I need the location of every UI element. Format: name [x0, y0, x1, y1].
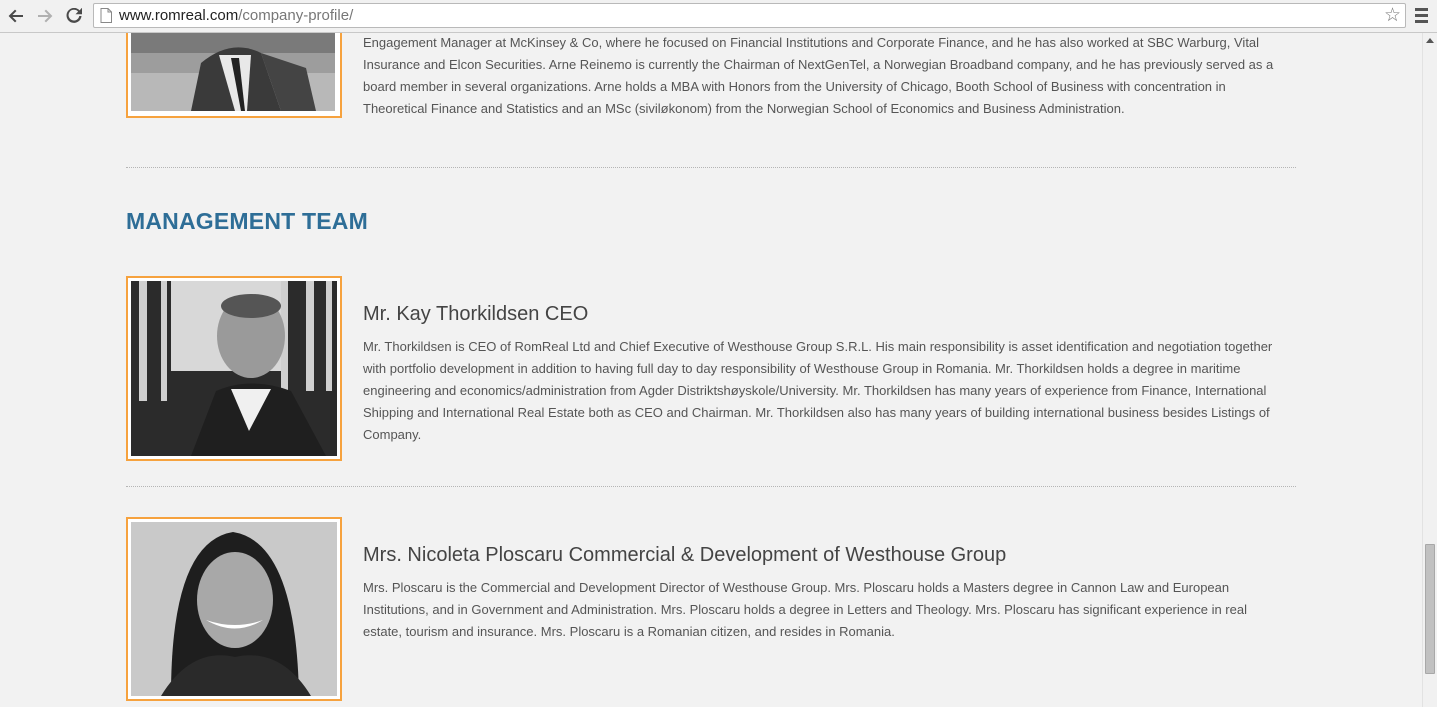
- team-member-bio: Mr. Thorkildsen is CEO of RomReal Ltd an…: [363, 339, 1273, 442]
- url-path: /company-profile/: [238, 7, 354, 24]
- team-member-name: Mrs. Nicoleta Ploscaru Commercial & Deve…: [363, 544, 1007, 566]
- team-member-name: Mr. Kay Thorkildsen CEO: [363, 303, 589, 325]
- reload-icon: [66, 8, 82, 23]
- address-url: www.romreal.com/company-profile/: [119, 7, 353, 24]
- board-member-photo: [126, 33, 342, 118]
- section-divider: [126, 167, 1296, 168]
- section-title: MANAGEMENT TEAM: [126, 208, 368, 234]
- portrait-man-suit: [131, 33, 335, 111]
- team-member-bio: Mrs. Ploscaru is the Commercial and Deve…: [363, 580, 1247, 639]
- address-bar[interactable]: www.romreal.com/company-profile/ ☆: [93, 3, 1406, 28]
- back-button[interactable]: [6, 6, 26, 26]
- reload-button[interactable]: [64, 6, 84, 26]
- team-member-photo-kay: [126, 276, 342, 461]
- arrow-right-icon: [38, 9, 53, 23]
- arrow-left-icon: [8, 9, 23, 23]
- board-member-bio: Engagement Manager at McKinsey & Co, whe…: [363, 35, 1274, 116]
- star-icon[interactable]: ☆: [1384, 6, 1401, 25]
- scrollbar-thumb[interactable]: [1425, 544, 1435, 674]
- page-viewport: Engagement Manager at McKinsey & Co, whe…: [0, 33, 1422, 707]
- page-icon: [100, 8, 112, 23]
- portrait-woman: [131, 522, 337, 696]
- url-domain: www.romreal.com: [119, 7, 239, 24]
- portrait-image: [131, 33, 337, 113]
- portrait-older-man: [131, 281, 337, 456]
- scroll-up-arrow-icon[interactable]: [1426, 38, 1434, 43]
- forward-button[interactable]: [35, 6, 55, 26]
- team-member-photo-nicoleta: [126, 517, 342, 701]
- member-divider: [126, 486, 1296, 487]
- portrait-image: [131, 281, 337, 456]
- portrait-image: [131, 522, 337, 696]
- browser-toolbar: www.romreal.com/company-profile/ ☆: [0, 0, 1437, 33]
- vertical-scrollbar[interactable]: [1422, 33, 1437, 707]
- hamburger-menu-icon[interactable]: [1415, 8, 1430, 24]
